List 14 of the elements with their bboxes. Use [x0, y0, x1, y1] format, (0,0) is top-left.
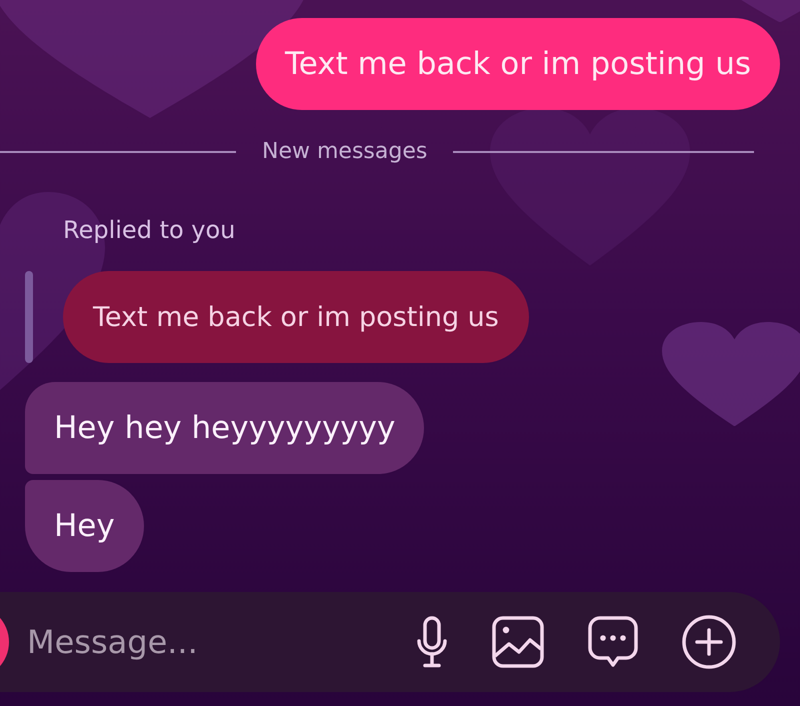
new-messages-label: New messages — [262, 138, 428, 166]
microphone-button[interactable] — [416, 616, 448, 668]
reply-label: Replied to you — [63, 215, 236, 245]
image-icon — [492, 616, 544, 668]
speech-bubble-icon — [588, 616, 638, 668]
microphone-icon — [416, 616, 448, 668]
plus-icon — [682, 615, 736, 669]
message-field[interactable]: Message... — [27, 617, 416, 667]
add-button[interactable] — [682, 615, 736, 669]
sent-message: Text me back or im posting us — [256, 18, 780, 110]
quoted-message: Text me back or im posting us — [63, 271, 529, 363]
received-message: Hey hey heyyyyyyyyy — [25, 382, 424, 474]
chat-button[interactable] — [588, 616, 638, 668]
gallery-button[interactable] — [492, 616, 544, 668]
